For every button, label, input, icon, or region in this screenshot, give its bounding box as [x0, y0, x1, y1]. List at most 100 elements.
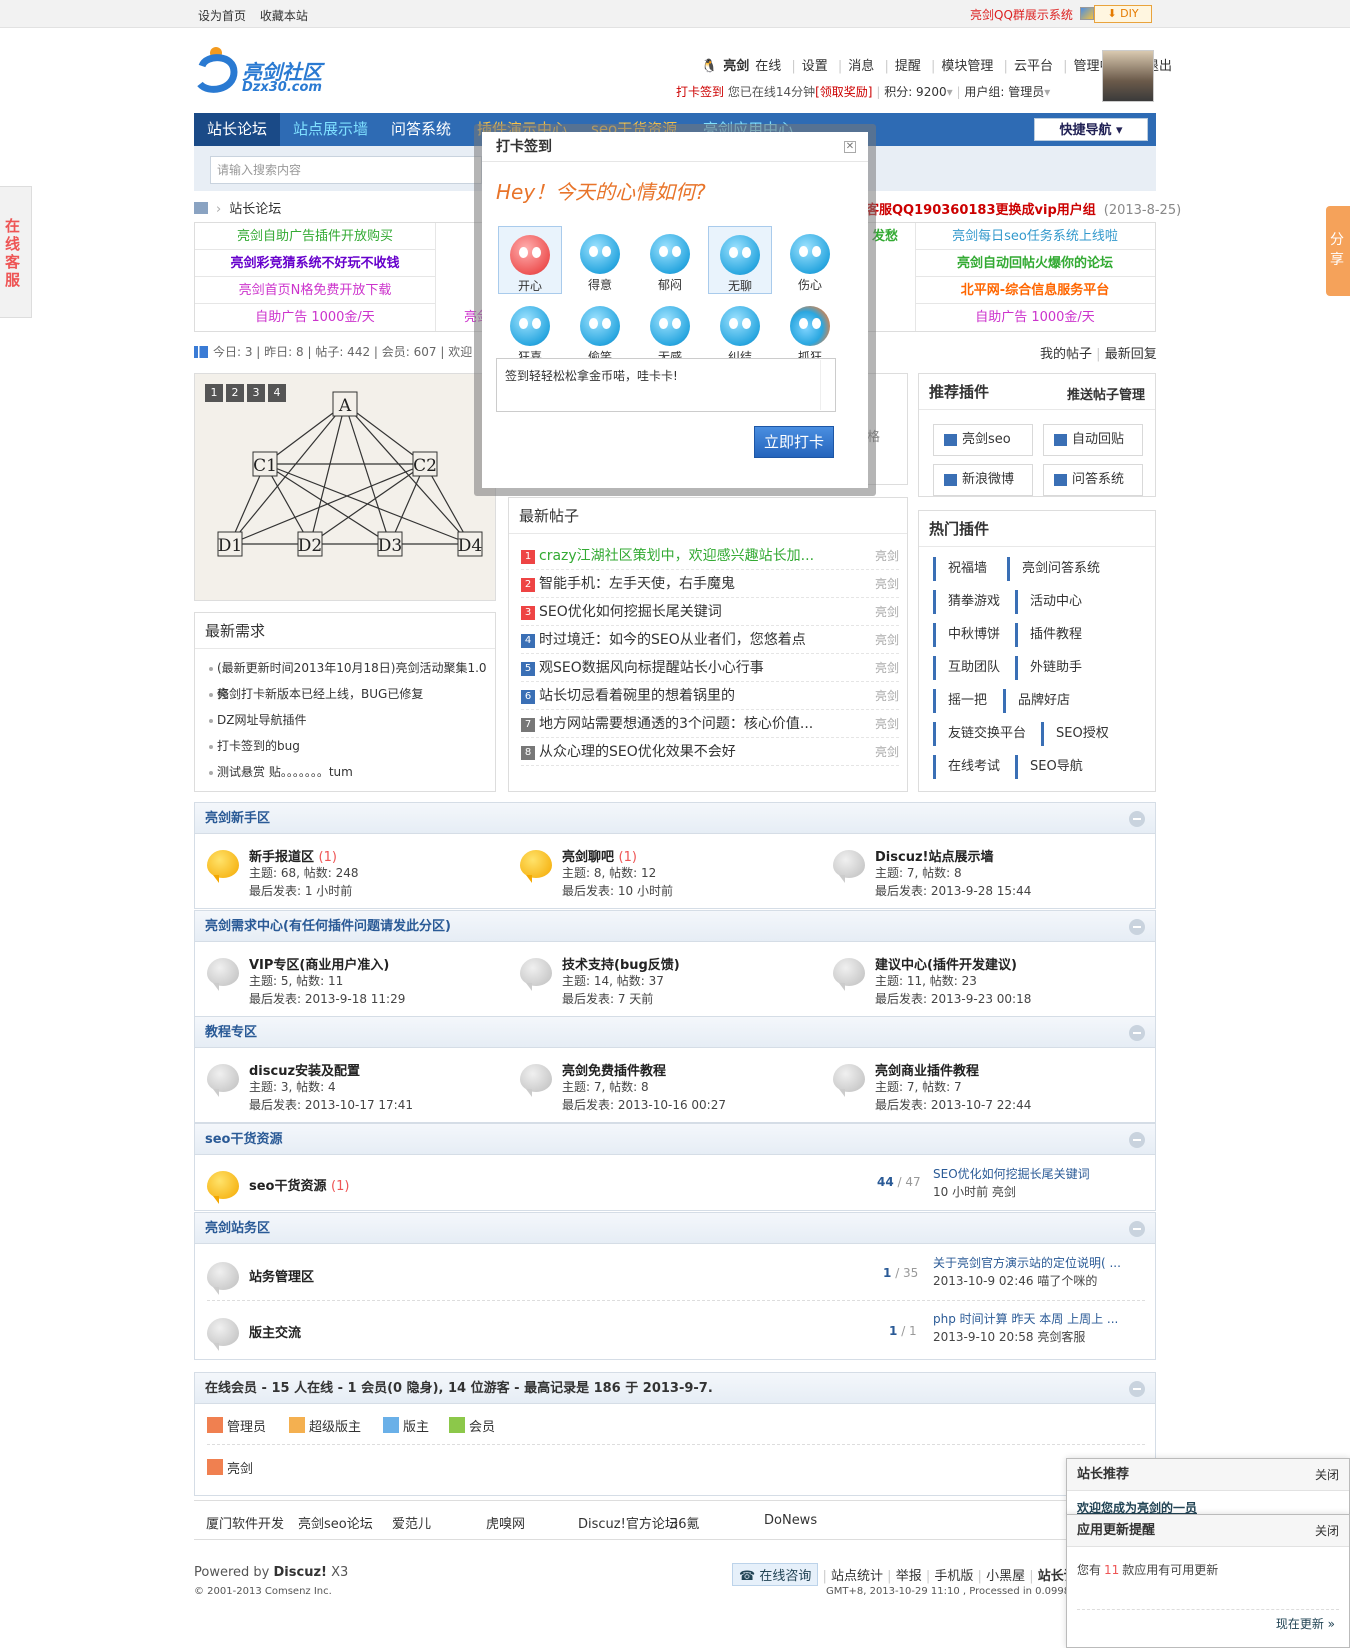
forum-item[interactable]: 版主交流 — [207, 1314, 607, 1380]
checkin-submit-button[interactable]: 立即打卡 — [754, 426, 834, 458]
demand-item[interactable]: 亮剑打卡新版本已经上线，BUG已修复 — [195, 681, 495, 707]
mood-option[interactable]: 纠结 — [708, 298, 772, 366]
footer-link[interactable]: 站点统计 — [831, 1569, 883, 1584]
site-logo[interactable]: 亮剑社区 Dzx30.com — [196, 46, 326, 98]
mood-option[interactable]: 开心 — [498, 226, 562, 294]
online-user[interactable]: 亮剑 — [207, 1458, 253, 1477]
module-admin-link[interactable]: 模块管理 — [941, 59, 993, 74]
mood-option[interactable]: 郁闷 — [638, 226, 702, 294]
hot-tag[interactable]: 互助团队 — [933, 656, 1013, 680]
section-header[interactable]: 亮剑新手区 — [194, 802, 1156, 834]
post-row[interactable]: 2 智能手机：左手天使，右手魔鬼 亮剑 — [521, 570, 899, 598]
reward-link[interactable]: [领取奖励] — [815, 85, 872, 99]
textarea-scrollbar[interactable] — [820, 360, 834, 410]
plugin-button-seo[interactable]: 亮剑seo — [933, 424, 1033, 456]
last-post-title[interactable]: SEO优化如何挖掘长尾关键词 — [933, 1165, 1090, 1182]
last-post-title[interactable]: 关于亮剑官方演示站的定位说明( ... — [933, 1254, 1121, 1271]
mood-option[interactable]: 伤心 — [778, 226, 842, 294]
footer-link[interactable]: 举报 — [896, 1569, 922, 1584]
post-row[interactable]: 6 站长切忌看着碗里的想着锅里的 亮剑 — [521, 682, 899, 710]
latest-reply-link[interactable]: 最新回复 — [1105, 347, 1157, 362]
plugin-button-qa[interactable]: 问答系统 — [1043, 464, 1143, 496]
ad-link[interactable]: 自助广告 1000金/天 — [195, 304, 435, 331]
ad-link[interactable]: 北平网-综合信息服务平台 — [915, 277, 1155, 304]
hot-tag[interactable]: 插件教程 — [1015, 623, 1095, 647]
last-post-title[interactable]: php 时间计算 昨天 本周 上周上 ... — [933, 1310, 1118, 1327]
nav-item-showcase[interactable]: 站点展示墙 — [280, 113, 381, 146]
collapse-icon[interactable] — [1129, 919, 1145, 935]
demand-item[interactable]: 打卡签到的bug — [195, 733, 495, 759]
friend-link[interactable]: 厦门软件开发 — [206, 1513, 284, 1532]
checkin-message-input[interactable]: 签到轻轻松松拿金币喏，哇卡卡! — [496, 358, 836, 412]
hot-tag[interactable]: 品牌好店 — [1003, 689, 1083, 713]
usergroup-menu[interactable]: 用户组: 管理员 — [964, 85, 1044, 99]
bookmark-link[interactable]: 收藏本站 — [260, 9, 308, 23]
cloud-link[interactable]: 云平台 — [1014, 59, 1053, 74]
forum-item[interactable]: Discuz!站点展示墙 主题: 7, 帖数: 8 最后发表: 2013-9-28 … — [833, 846, 1133, 912]
settings-link[interactable]: 设置 — [802, 59, 828, 74]
plugin-button-weibo[interactable]: 新浪微博 — [933, 464, 1033, 496]
plugin-button-autoreply[interactable]: 自动回贴 — [1043, 424, 1143, 456]
friend-link[interactable]: 爱范儿 — [392, 1513, 431, 1532]
skin-icon[interactable] — [1080, 7, 1094, 20]
footer-link[interactable]: 小黑屋 — [986, 1569, 1025, 1584]
post-row[interactable]: 1 crazy江湖社区策划中，欢迎感兴趣站长加... 亮剑 — [521, 542, 899, 570]
mood-option[interactable]: 狂喜 — [498, 298, 562, 366]
push-manage-link[interactable]: 推送帖子管理 — [1067, 384, 1145, 403]
hot-tag[interactable]: SEO导航 — [1015, 755, 1095, 779]
ad-link[interactable]: 亮剑自助广告插件开放购买 — [195, 223, 435, 250]
friend-link[interactable]: Discuz!官方论坛 — [578, 1513, 678, 1532]
hot-tag[interactable]: 活动中心 — [1015, 590, 1095, 614]
collapse-icon[interactable] — [1129, 811, 1145, 827]
section-header[interactable]: seo干货资源 — [194, 1123, 1156, 1155]
messages-link[interactable]: 消息 — [848, 59, 874, 74]
home-icon[interactable] — [194, 202, 208, 214]
checkin-link[interactable]: 打卡签到 — [676, 85, 724, 99]
nav-item-forum[interactable]: 站长论坛 — [194, 113, 281, 146]
post-row[interactable]: 8 从众心理的SEO优化效果不会好 亮剑 — [521, 738, 899, 766]
hot-tag[interactable]: 在线考试 — [933, 755, 1013, 779]
mood-option[interactable]: 抓狂 — [778, 298, 842, 366]
slide-page-button[interactable]: 2 — [226, 384, 244, 402]
hot-tag[interactable]: 外链助手 — [1015, 656, 1095, 680]
breadcrumb-current[interactable]: 站长论坛 — [229, 202, 281, 217]
ad-link[interactable]: 亮剑自动回帖火爆你的论坛 — [915, 250, 1155, 277]
collapse-icon[interactable] — [1129, 1381, 1145, 1397]
post-row[interactable]: 3 SEO优化如何挖掘长尾关键词 亮剑 — [521, 598, 899, 626]
hot-tag[interactable]: 友链交换平台 — [933, 722, 1039, 746]
friend-link[interactable]: 虎嗅网 — [486, 1513, 525, 1532]
qq-group-link[interactable]: 亮剑QQ群展示系统 — [970, 6, 1073, 23]
post-row[interactable]: 7 地方网站需要想通透的3个问题：核心价值... 亮剑 — [521, 710, 899, 738]
post-row[interactable]: 4 时过境迁：如今的SEO从业者们，您悠着点 亮剑 — [521, 626, 899, 654]
update-now-link[interactable]: 现在更新 » — [1276, 1615, 1335, 1632]
hot-tag[interactable]: 亮剑问答系统 — [1007, 557, 1113, 581]
forum-item[interactable]: 亮剑商业插件教程 主题: 7, 帖数: 7 最后发表: 2013-10-7 22:4… — [833, 1060, 1133, 1126]
hot-tag[interactable]: 猜拳游戏 — [933, 590, 1013, 614]
announcement[interactable]: 客服QQ190360183更换成vip用户组 (2013-8-25) — [866, 199, 1181, 218]
consult-button[interactable]: ☎ 在线咨询 — [732, 1563, 819, 1586]
close-icon[interactable]: ✕ — [844, 141, 856, 153]
section-header[interactable]: 亮剑需求中心(有任何插件问题请发此分区) — [194, 910, 1156, 942]
close-button[interactable]: 关闭 — [1315, 1515, 1339, 1547]
hot-tag[interactable]: SEO授权 — [1041, 722, 1121, 746]
slide-page-button[interactable]: 3 — [247, 384, 265, 402]
hot-tag[interactable]: 摇一把 — [933, 689, 1000, 713]
mood-option[interactable]: 偷笑 — [568, 298, 632, 366]
notices-link[interactable]: 提醒 — [895, 59, 921, 74]
close-button[interactable]: 关闭 — [1315, 1459, 1339, 1491]
section-header[interactable]: 亮剑站务区 — [194, 1212, 1156, 1244]
my-posts-link[interactable]: 我的帖子 — [1040, 347, 1092, 362]
username-link[interactable]: 亮剑 — [723, 59, 749, 74]
search-input[interactable]: 请输入搜索内容 — [210, 156, 482, 184]
online-header[interactable]: 在线会员 - 15 人在线 - 1 会员(0 隐身), 14 位游客 - 最高记… — [194, 1372, 1156, 1404]
online-service-tab[interactable]: 在线客服 — [0, 186, 32, 318]
ad-link[interactable]: 亮剑彩竞猜系统不好玩不收钱 — [195, 250, 435, 277]
friend-link[interactable]: DoNews — [764, 1513, 817, 1528]
demand-item[interactable]: 测试悬赏 贴。。。。。。。tum — [195, 759, 495, 785]
diy-button[interactable]: ⬇ DIY — [1094, 5, 1152, 23]
friend-link[interactable]: 36氪 — [670, 1513, 700, 1532]
slide-page-button[interactable]: 1 — [205, 384, 223, 402]
hot-tag[interactable]: 中秋博饼 — [933, 623, 1013, 647]
forum-item[interactable]: 建议中心(插件开发建议) 主题: 11, 帖数: 23 最后发表: 2013-9-2… — [833, 954, 1133, 1020]
collapse-icon[interactable] — [1129, 1221, 1145, 1237]
